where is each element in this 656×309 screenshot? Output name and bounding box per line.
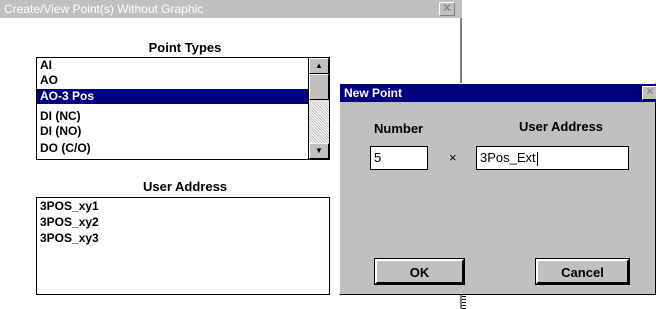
point-type-item[interactable]: DI (NC) <box>37 109 308 124</box>
dialog-title-bar[interactable]: New Point <box>340 84 656 102</box>
user-address-heading: User Address <box>142 179 228 194</box>
point-type-item-selected[interactable]: AO-3 Pos <box>37 89 308 104</box>
dialog-title: New Point <box>344 86 403 100</box>
point-type-item[interactable]: DO (C/O) <box>37 141 308 156</box>
point-type-item[interactable]: AO <box>37 73 308 88</box>
window-title-bar[interactable]: Create/View Point(s) Without Graphic <box>0 0 462 18</box>
point-types-heading: Point Types <box>148 40 222 55</box>
number-label: Number <box>374 121 424 136</box>
point-types-listbox[interactable]: AI AO AO-3 Pos DI (NC) DI (NO) DO (C/O) … <box>36 57 330 160</box>
up-arrow-icon[interactable]: ▲ <box>309 58 329 74</box>
user-address-item[interactable]: 3POS_xy2 <box>37 215 327 230</box>
point-type-item[interactable]: AI <box>37 58 308 73</box>
close-icon[interactable]: ✕ <box>439 2 455 16</box>
user-address-field[interactable]: 3Pos_Ext <box>476 146 629 170</box>
user-address-label: User Address <box>518 119 604 134</box>
ok-button[interactable]: OK <box>374 258 465 285</box>
close-icon[interactable]: ✕ <box>642 86 656 100</box>
times-icon: × <box>449 150 457 165</box>
user-address-value: 3Pos_Ext <box>480 150 536 165</box>
user-address-listbox[interactable]: 3POS_xy1 3POS_xy2 3POS_xy3 <box>36 197 330 295</box>
down-arrow-icon[interactable]: ▼ <box>309 143 329 159</box>
point-type-item[interactable]: DI (NO) <box>37 124 308 139</box>
scrollbar-thumb[interactable] <box>309 74 329 100</box>
number-value: 5 <box>374 150 382 165</box>
user-address-item[interactable]: 3POS_xy3 <box>37 231 327 246</box>
cancel-button[interactable]: Cancel <box>535 258 630 285</box>
new-point-dialog: New Point ✕ Number User Address 5 × 3Pos… <box>339 83 656 295</box>
number-field[interactable]: 5 <box>370 146 428 170</box>
point-types-scrollbar[interactable]: ▲ ▼ <box>308 58 329 159</box>
window-title: Create/View Point(s) Without Graphic <box>4 2 204 16</box>
user-address-item[interactable]: 3POS_xy1 <box>37 199 327 214</box>
text-caret <box>536 151 538 166</box>
